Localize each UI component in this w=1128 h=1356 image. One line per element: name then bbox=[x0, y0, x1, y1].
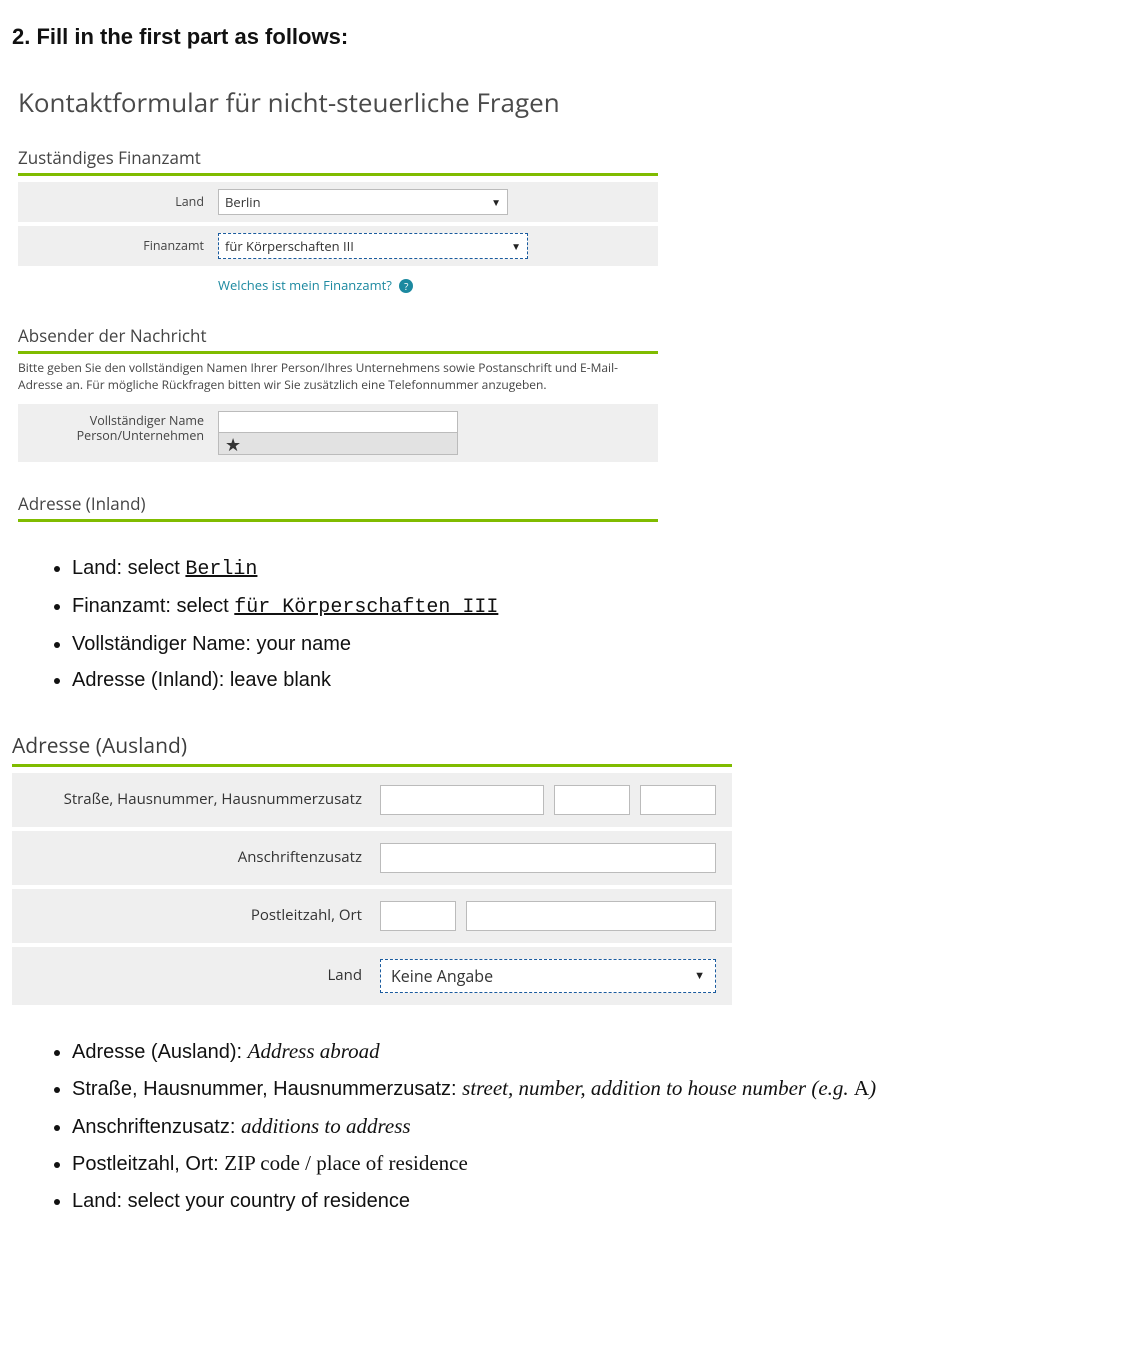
text: Land: select bbox=[72, 557, 185, 579]
section-adresse-ausland: Adresse (Ausland) bbox=[12, 732, 732, 760]
screenshot-form-top: Kontaktformular für nicht-steuerliche Fr… bbox=[18, 84, 658, 522]
finanzamt-select-value: für Körperschaften III bbox=[225, 237, 354, 255]
absender-note: Bitte geben Sie den vollständigen Namen … bbox=[18, 360, 658, 394]
ort-input[interactable] bbox=[466, 901, 716, 931]
fullname-label-line1: Vollständiger Name bbox=[90, 412, 204, 429]
italic-text: Address abroad bbox=[248, 1039, 380, 1063]
row-fullname: Vollständiger Name Person/Unternehmen ★ bbox=[18, 404, 658, 462]
section-finanzamt: Zuständiges Finanzamt bbox=[18, 146, 658, 169]
chevron-down-icon: ▼ bbox=[503, 239, 521, 253]
fullname-label: Vollständiger Name Person/Unternehmen bbox=[24, 411, 218, 444]
mono-text: Berlin bbox=[185, 558, 257, 581]
serif-text: A bbox=[854, 1076, 869, 1100]
fullname-input[interactable] bbox=[218, 411, 458, 433]
hausnummer-input[interactable] bbox=[554, 785, 630, 815]
list-item: Straße, Hausnummer, Hausnummerzusatz: st… bbox=[72, 1072, 1116, 1106]
row-plz-ort: Postleitzahl, Ort bbox=[12, 889, 732, 943]
strasse-label: Straße, Hausnummer, Hausnummerzusatz bbox=[22, 790, 380, 809]
land-label: Land bbox=[24, 194, 218, 210]
step-heading: 2. Fill in the first part as follows: bbox=[12, 24, 1116, 50]
finanzamt-label: Finanzamt bbox=[24, 238, 218, 254]
fullname-required-indicator: ★ bbox=[218, 433, 458, 455]
section-underline bbox=[18, 519, 658, 522]
row-anschriftenzusatz: Anschriftenzusatz bbox=[12, 831, 732, 885]
text: Adresse (Ausland): bbox=[72, 1041, 248, 1063]
plz-ort-label: Postleitzahl, Ort bbox=[22, 906, 380, 925]
list-item: Land: select your country of residence bbox=[72, 1185, 1116, 1217]
screenshot-form-address-abroad: Adresse (Ausland) Straße, Hausnummer, Ha… bbox=[12, 732, 732, 1005]
text: Anschriftenzusatz: bbox=[72, 1116, 241, 1138]
chevron-down-icon: ▼ bbox=[483, 195, 501, 209]
list-item: Vollständiger Name: your name bbox=[72, 628, 1116, 660]
help-icon: ? bbox=[399, 279, 413, 293]
land-ausland-label: Land bbox=[22, 966, 380, 985]
section-underline bbox=[18, 173, 658, 176]
helper-link-text: Welches ist mein Finanzamt? bbox=[218, 276, 392, 294]
row-land-ausland: Land Keine Angabe ▼ bbox=[12, 947, 732, 1005]
list-item: Adresse (Ausland): Address abroad bbox=[72, 1035, 1116, 1069]
land-select-value: Berlin bbox=[225, 193, 261, 211]
land-ausland-select[interactable]: Keine Angabe ▼ bbox=[380, 959, 716, 993]
text: Postleitzahl, Ort: bbox=[72, 1153, 224, 1175]
star-icon: ★ bbox=[225, 439, 241, 451]
row-finanzamt: Finanzamt für Körperschaften III ▼ bbox=[18, 226, 658, 266]
land-select[interactable]: Berlin ▼ bbox=[218, 189, 508, 215]
chevron-down-icon: ▼ bbox=[694, 968, 705, 983]
text: Finanzamt: select bbox=[72, 595, 234, 617]
land-ausland-value: Keine Angabe bbox=[391, 965, 493, 987]
section-adresse-inland: Adresse (Inland) bbox=[18, 492, 658, 515]
anschriftenzusatz-label: Anschriftenzusatz bbox=[22, 848, 380, 867]
italic-text: additions to address bbox=[241, 1114, 411, 1138]
which-finanzamt-link[interactable]: Welches ist mein Finanzamt? ? bbox=[218, 276, 413, 294]
section-underline bbox=[12, 764, 732, 767]
list-item: Land: select Berlin bbox=[72, 552, 1116, 586]
hausnummerzusatz-input[interactable] bbox=[640, 785, 716, 815]
finanzamt-select[interactable]: für Körperschaften III ▼ bbox=[218, 233, 528, 259]
italic-text: ) bbox=[869, 1076, 876, 1100]
section-underline bbox=[18, 351, 658, 354]
form-title: Kontaktformular für nicht-steuerliche Fr… bbox=[18, 84, 658, 120]
italic-text: street, number, addition to house number… bbox=[462, 1076, 854, 1100]
list-item: Anschriftenzusatz: additions to address bbox=[72, 1110, 1116, 1144]
list-item: Adresse (Inland): leave blank bbox=[72, 664, 1116, 696]
mono-text: für Körperschaften III bbox=[234, 596, 498, 619]
text: Straße, Hausnummer, Hausnummerzusatz: bbox=[72, 1078, 462, 1100]
strasse-input[interactable] bbox=[380, 785, 544, 815]
section-absender: Absender der Nachricht bbox=[18, 324, 658, 347]
row-land: Land Berlin ▼ bbox=[18, 182, 658, 222]
fullname-label-line2: Person/Unternehmen bbox=[77, 427, 204, 444]
list-item: Finanzamt: select für Körperschaften III bbox=[72, 590, 1116, 624]
serif-text: ZIP code / place of residence bbox=[224, 1151, 468, 1175]
instructions-list-2: Adresse (Ausland): Address abroad Straße… bbox=[72, 1035, 1116, 1217]
list-item: Postleitzahl, Ort: ZIP code / place of r… bbox=[72, 1147, 1116, 1181]
row-strasse: Straße, Hausnummer, Hausnummerzusatz bbox=[12, 773, 732, 827]
plz-input[interactable] bbox=[380, 901, 456, 931]
instructions-list-1: Land: select Berlin Finanzamt: select fü… bbox=[72, 552, 1116, 696]
helper-link-row: Welches ist mein Finanzamt? ? bbox=[18, 270, 658, 298]
anschriftenzusatz-input[interactable] bbox=[380, 843, 716, 873]
